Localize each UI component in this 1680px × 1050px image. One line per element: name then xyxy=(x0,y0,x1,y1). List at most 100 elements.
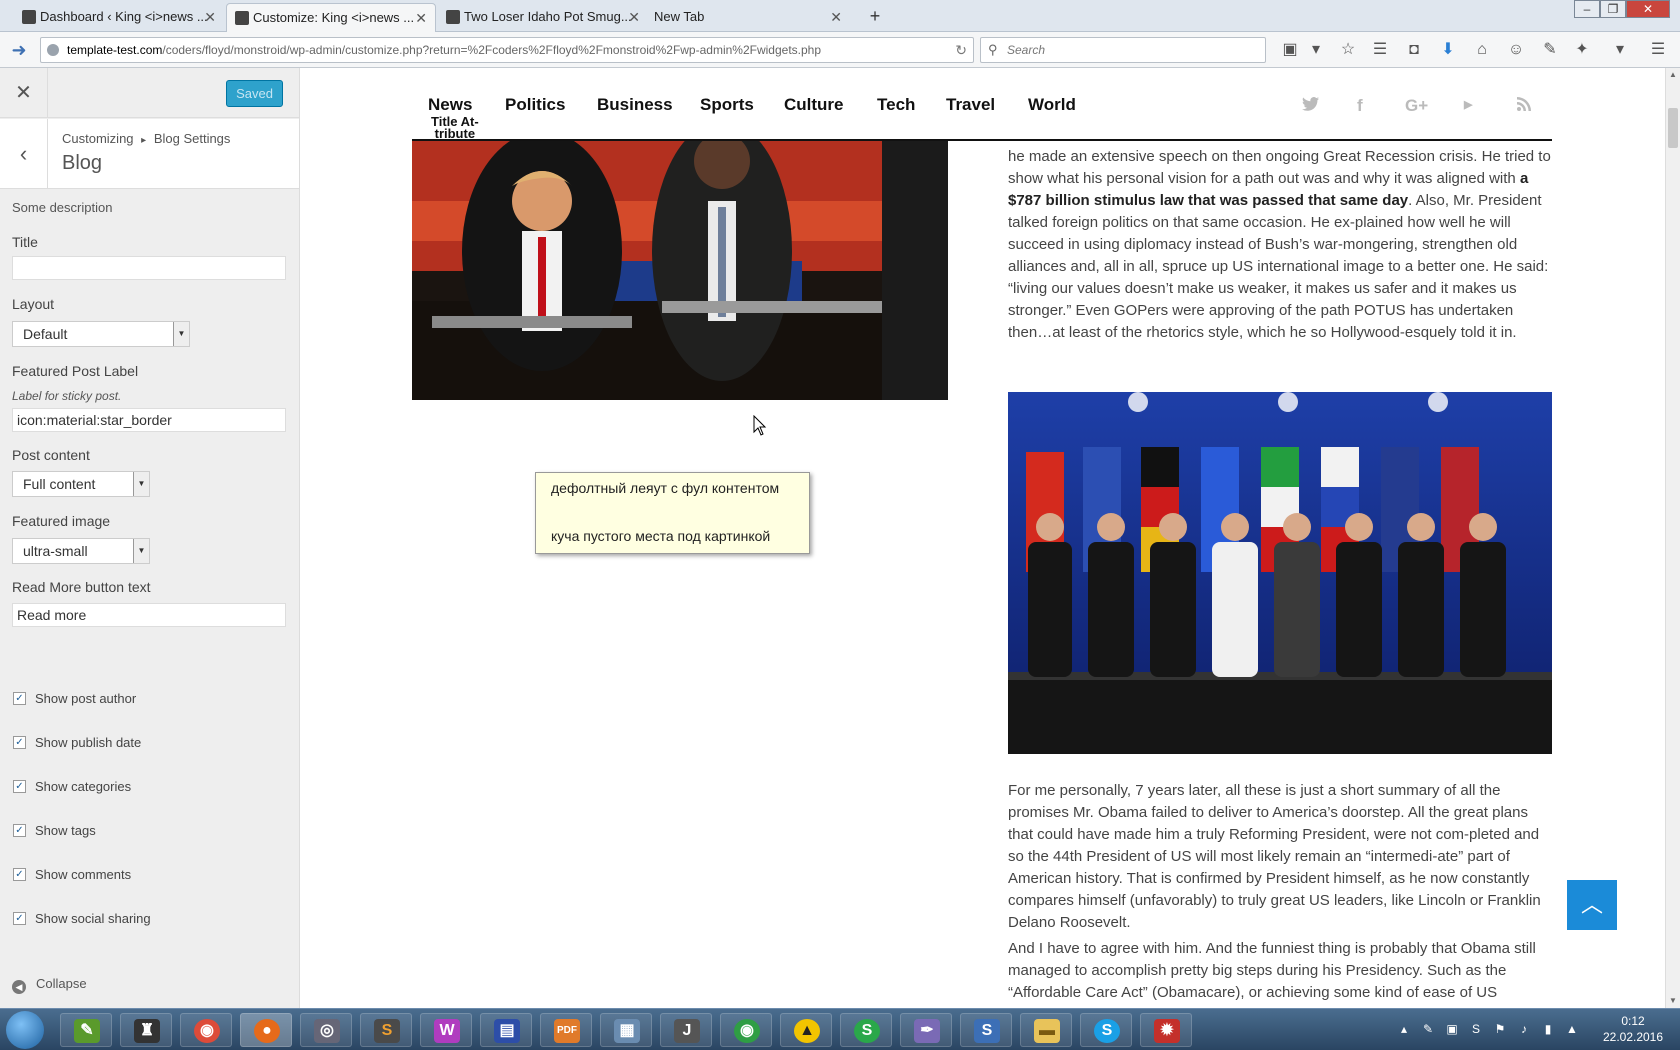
menu-hamburger-icon[interactable]: ☰ xyxy=(1648,40,1668,60)
firefox-icon: ● xyxy=(254,1019,280,1043)
taskbar-app-s[interactable]: S xyxy=(840,1013,892,1047)
taskbar-app-warning[interactable]: ▲ xyxy=(780,1013,832,1047)
close-tab-icon[interactable]: ✕ xyxy=(415,4,427,32)
taskbar-app-sketch[interactable]: S xyxy=(960,1013,1012,1047)
reload-icon[interactable]: ↻ xyxy=(955,38,967,62)
featured-image-select[interactable]: ultra-small ▼ xyxy=(12,538,150,564)
reading-list-icon[interactable]: ☰ xyxy=(1370,40,1390,60)
back-arrow-icon[interactable]: ➜ xyxy=(6,37,32,63)
pocket-icon[interactable]: ◘ xyxy=(1404,40,1424,60)
menu-item-politics[interactable]: Politics xyxy=(505,95,565,115)
taskbar-app-sublime[interactable]: S xyxy=(360,1013,412,1047)
chevron-down-icon[interactable]: ▼ xyxy=(133,472,149,496)
close-tab-icon[interactable]: ✕ xyxy=(628,3,640,31)
dropdown-icon[interactable]: ▾ xyxy=(1610,40,1630,60)
scroll-down-icon[interactable]: ▼ xyxy=(1666,994,1680,1008)
close-tab-icon[interactable]: ✕ xyxy=(204,3,216,31)
navigation-toolbar: ➜ template-test.com/coders/floyd/monstro… xyxy=(0,32,1680,68)
taskbar-app-save[interactable]: ▤ xyxy=(480,1013,532,1047)
menu-item-world[interactable]: World xyxy=(1028,95,1076,115)
url-bar[interactable]: template-test.com/coders/floyd/monstroid… xyxy=(40,37,974,63)
windows-start-icon[interactable] xyxy=(6,1011,44,1049)
taskbar-app-media[interactable]: ◎ xyxy=(300,1013,352,1047)
menu-item-news[interactable]: News xyxy=(428,95,472,115)
show-categories-checkbox[interactable]: ✓ xyxy=(13,780,26,793)
scroll-to-top-button[interactable]: ︿ xyxy=(1567,880,1617,930)
taskbar-app-chrome-2[interactable]: ◉ xyxy=(720,1013,772,1047)
taskbar-app-explorer[interactable]: ▬ xyxy=(1020,1013,1072,1047)
tab-dashboard[interactable]: Dashboard ‹ King <i>news ... ✕ xyxy=(14,3,224,32)
chevron-down-icon[interactable]: ▼ xyxy=(133,539,149,563)
taskbar-app-feather[interactable]: ✒ xyxy=(900,1013,952,1047)
minimize-window-button[interactable]: – xyxy=(1574,0,1600,18)
tank-icon: ♜ xyxy=(134,1019,160,1043)
maximize-window-button[interactable]: ❐ xyxy=(1600,0,1626,18)
taskbar-app-firefox[interactable]: ● xyxy=(240,1013,292,1047)
featured-post-label-input[interactable]: icon:material:star_border xyxy=(12,408,286,432)
save-button[interactable]: Saved xyxy=(226,80,283,107)
close-tab-icon[interactable]: ✕ xyxy=(830,3,842,31)
read-more-input[interactable]: Read more xyxy=(12,603,286,627)
youtube-icon[interactable]: ▶ xyxy=(1464,98,1472,111)
taskbar-app-notepad[interactable]: ✎ xyxy=(60,1013,112,1047)
taskbar-app-calculator[interactable]: ▦ xyxy=(600,1013,652,1047)
post-content-select[interactable]: Full content ▼ xyxy=(12,471,150,497)
taskbar-clock[interactable]: 0:12 22.02.2016 xyxy=(1590,1013,1676,1045)
chevron-left-icon[interactable]: ‹ xyxy=(0,119,48,189)
taskbar-app-red[interactable]: ✹ xyxy=(1140,1013,1192,1047)
show-post-author-checkbox[interactable]: ✓ xyxy=(13,692,26,705)
tray-flag-icon[interactable]: ⚑ xyxy=(1492,1021,1508,1037)
taskbar-app-phpstorm[interactable]: W xyxy=(420,1013,472,1047)
tray-skype-icon[interactable]: S xyxy=(1468,1021,1484,1037)
extension-icon[interactable]: ✎ xyxy=(1540,40,1560,60)
google-plus-icon[interactable]: G+ xyxy=(1405,96,1428,116)
facebook-icon[interactable]: f xyxy=(1357,96,1363,116)
scrollbar-thumb[interactable] xyxy=(1668,108,1678,148)
show-tags-checkbox[interactable]: ✓ xyxy=(13,824,26,837)
tray-drive-icon[interactable]: ▲ xyxy=(1564,1021,1580,1037)
bookmark-star-icon[interactable]: ☆ xyxy=(1338,40,1358,60)
search-input[interactable]: ⚲ Search xyxy=(980,37,1266,63)
extension-2-icon[interactable]: ✦ xyxy=(1572,40,1592,60)
show-comments-checkbox[interactable]: ✓ xyxy=(13,868,26,881)
tray-keyboard-icon[interactable]: ▣ xyxy=(1444,1021,1460,1037)
taskbar-app-tanks[interactable]: ♜ xyxy=(120,1013,172,1047)
taskbar-app-skype[interactable]: S xyxy=(1080,1013,1132,1047)
menu-title-attribute: Title At- tribute xyxy=(431,115,479,140)
dropdown-icon[interactable]: ▾ xyxy=(1306,40,1326,60)
new-tab-button[interactable]: + xyxy=(862,3,888,29)
show-publish-date-checkbox[interactable]: ✓ xyxy=(13,736,26,749)
rss-icon[interactable] xyxy=(1517,96,1531,116)
preview-scrollbar[interactable]: ▲ ▼ xyxy=(1665,68,1680,1008)
chat-icon[interactable]: ☺ xyxy=(1506,40,1526,60)
chevron-down-icon[interactable]: ▼ xyxy=(173,322,189,346)
close-window-button[interactable]: ✕ xyxy=(1626,0,1670,18)
tray-volume-icon[interactable]: ♪ xyxy=(1516,1021,1532,1037)
close-icon[interactable]: ✕ xyxy=(0,68,48,118)
title-input[interactable] xyxy=(12,256,286,280)
tab-article[interactable]: Two Loser Idaho Pot Smug... ✕ xyxy=(438,3,648,32)
tray-pen-icon[interactable]: ✎ xyxy=(1420,1021,1436,1037)
menu-item-tech[interactable]: Tech xyxy=(877,95,915,115)
tab-new-tab[interactable]: New Tab ✕ xyxy=(640,3,850,32)
twitter-icon[interactable] xyxy=(1302,96,1320,117)
show-social-sharing-checkbox[interactable]: ✓ xyxy=(13,912,26,925)
layout-select[interactable]: Default ▼ xyxy=(12,321,190,347)
home-icon[interactable]: ⌂ xyxy=(1472,40,1492,60)
menu-item-culture[interactable]: Culture xyxy=(784,95,844,115)
taskbar-app-jetbrains[interactable]: J xyxy=(660,1013,712,1047)
scroll-up-icon[interactable]: ▲ xyxy=(1666,68,1680,82)
tray-network-icon[interactable]: ▮ xyxy=(1540,1021,1556,1037)
screenshot-icon[interactable]: ▣ xyxy=(1280,40,1300,60)
tray-arrow-icon[interactable]: ▴ xyxy=(1396,1021,1412,1037)
tab-customize[interactable]: Customize: King <i>news ... ✕ xyxy=(226,3,436,32)
site-identity-icon[interactable] xyxy=(47,44,59,56)
taskbar-app-pdf[interactable]: PDF xyxy=(540,1013,592,1047)
article-paragraph-1: he made an extensive speech on then ongo… xyxy=(1008,146,1553,344)
menu-item-sports[interactable]: Sports xyxy=(700,95,754,115)
menu-item-travel[interactable]: Travel xyxy=(946,95,995,115)
menu-item-business[interactable]: Business xyxy=(597,95,673,115)
download-icon[interactable]: ⬇ xyxy=(1438,40,1458,60)
taskbar-app-chrome-1[interactable]: ◉ xyxy=(180,1013,232,1047)
collapse-button[interactable]: ◀ Collapse xyxy=(12,976,87,994)
